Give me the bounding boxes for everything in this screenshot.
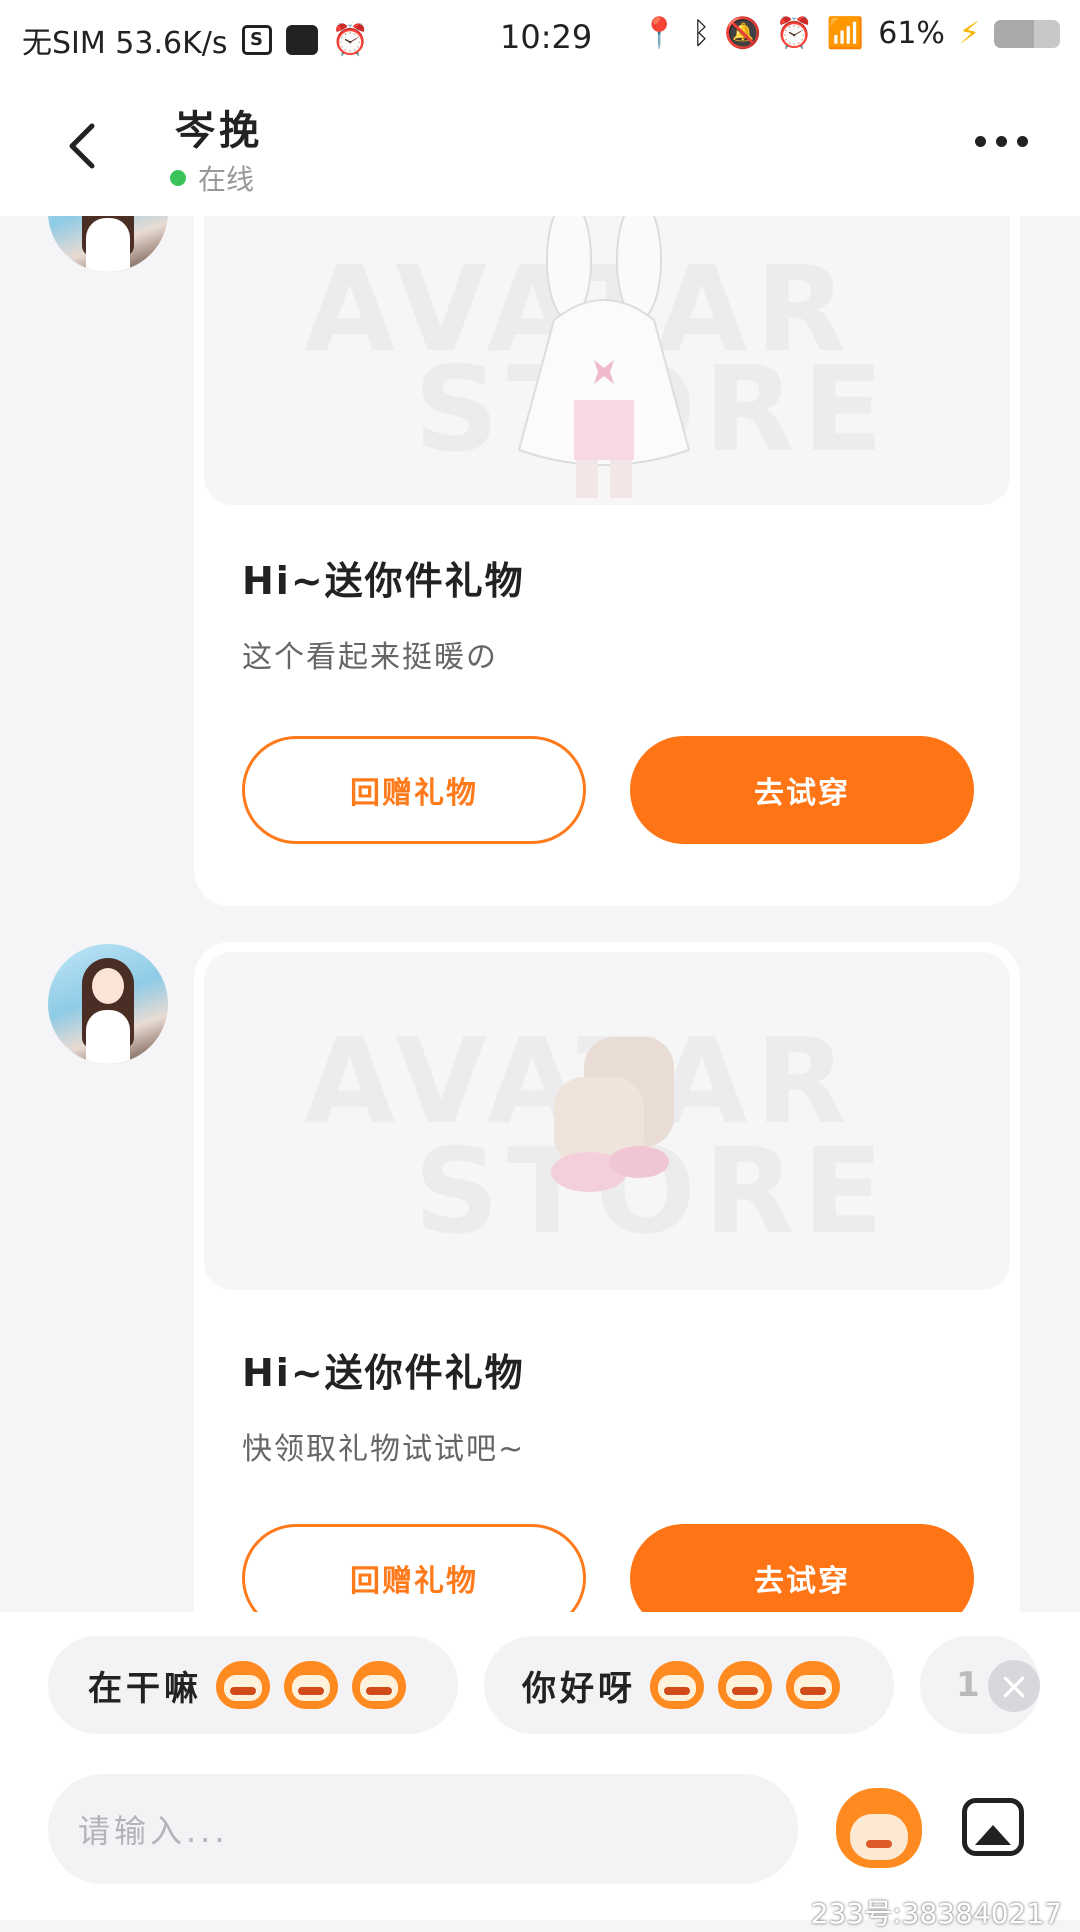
charging-icon: ⚡: [958, 16, 980, 51]
online-status-label: 在线: [198, 163, 255, 196]
surprised-monkey-emoji-icon: [718, 1661, 772, 1709]
surprised-monkey-emoji-icon: [650, 1661, 704, 1709]
contact-name: 岑挽: [175, 108, 263, 154]
return-gift-button[interactable]: 回赠礼物: [242, 736, 586, 844]
online-dot-icon: [170, 170, 186, 186]
back-arrow-icon[interactable]: [56, 116, 116, 176]
status-left: 无SIM 53.6K/s S ⏰: [22, 18, 369, 62]
grin-monkey-emoji-icon: [216, 1661, 270, 1709]
location-icon: 📍: [640, 16, 679, 51]
try-on-button[interactable]: 去试穿: [630, 736, 974, 844]
s-notification-icon: S: [241, 25, 272, 55]
wifi-icon: 📶: [826, 16, 865, 51]
message-input[interactable]: 请输入...: [48, 1774, 798, 1884]
mute-bell-icon: 🔕: [724, 16, 762, 51]
surprised-monkey-emoji-icon: [786, 1661, 840, 1709]
quick-reply-text: 1: [956, 1665, 984, 1705]
bunny-hoodie-image: [517, 210, 691, 498]
emoji-picker-icon[interactable]: [836, 1788, 922, 1868]
gift-card-message: 这个看起来挺暖の: [242, 640, 498, 675]
chat-input-area: 在干嘛 你好呀 1 × 请输入... 233号:383840217: [0, 1612, 1080, 1930]
battery-icon: [994, 19, 1060, 48]
network-speed-text: 无SIM 53.6K/s: [22, 26, 228, 61]
image-picker-icon[interactable]: [962, 1798, 1024, 1856]
gift-card: AVATAR STORE Hi~送你件礼物 这个看起来挺暖の 回赠礼物 去试穿: [194, 110, 1020, 906]
clock: 10:29: [500, 18, 593, 56]
grin-monkey-emoji-icon: [352, 1661, 406, 1709]
quick-reply-chip[interactable]: 在干嘛: [48, 1636, 458, 1734]
alarm-icon: ⏰: [775, 16, 813, 51]
gift-card-message: 快领取礼物试试吧~: [242, 1432, 526, 1467]
gift-image[interactable]: AVATAR STORE: [204, 952, 1010, 1290]
quick-reply-text: 你好呀: [522, 1668, 636, 1709]
gift-card: AVATAR STORE Hi~送你件礼物 快领取礼物试试吧~ 回赠礼物 去试穿: [194, 942, 1020, 1702]
gift-card-title: Hi~送你件礼物: [242, 1351, 525, 1395]
online-status: 在线: [170, 158, 254, 198]
status-right: 📍 ᛒ 🔕 ⏰ 📶 61% ⚡: [641, 16, 1060, 51]
fluffy-boots-image: [551, 1037, 674, 1192]
alarm-icon: ⏰: [331, 22, 369, 58]
quick-reply-chip[interactable]: 你好呀: [484, 1636, 894, 1734]
quick-reply-text: 在干嘛: [88, 1668, 202, 1709]
gift-card-title: Hi~送你件礼物: [242, 559, 525, 603]
message-notification-icon: [285, 25, 318, 55]
close-quick-replies-icon[interactable]: ×: [988, 1660, 1040, 1712]
battery-percent: 61%: [878, 16, 945, 51]
status-bar: 无SIM 53.6K/s S ⏰ 10:29 📍 ᛒ 🔕 ⏰ 📶 61% ⚡: [0, 0, 1080, 76]
overlay-watermark: 233号:383840217: [810, 1897, 1062, 1930]
chat-header: 岑挽 在线: [0, 76, 1080, 216]
bluetooth-icon: ᛒ: [692, 16, 711, 51]
grin-monkey-emoji-icon: [284, 1661, 338, 1709]
more-options-icon[interactable]: [975, 136, 1028, 147]
avatar[interactable]: [48, 944, 168, 1064]
